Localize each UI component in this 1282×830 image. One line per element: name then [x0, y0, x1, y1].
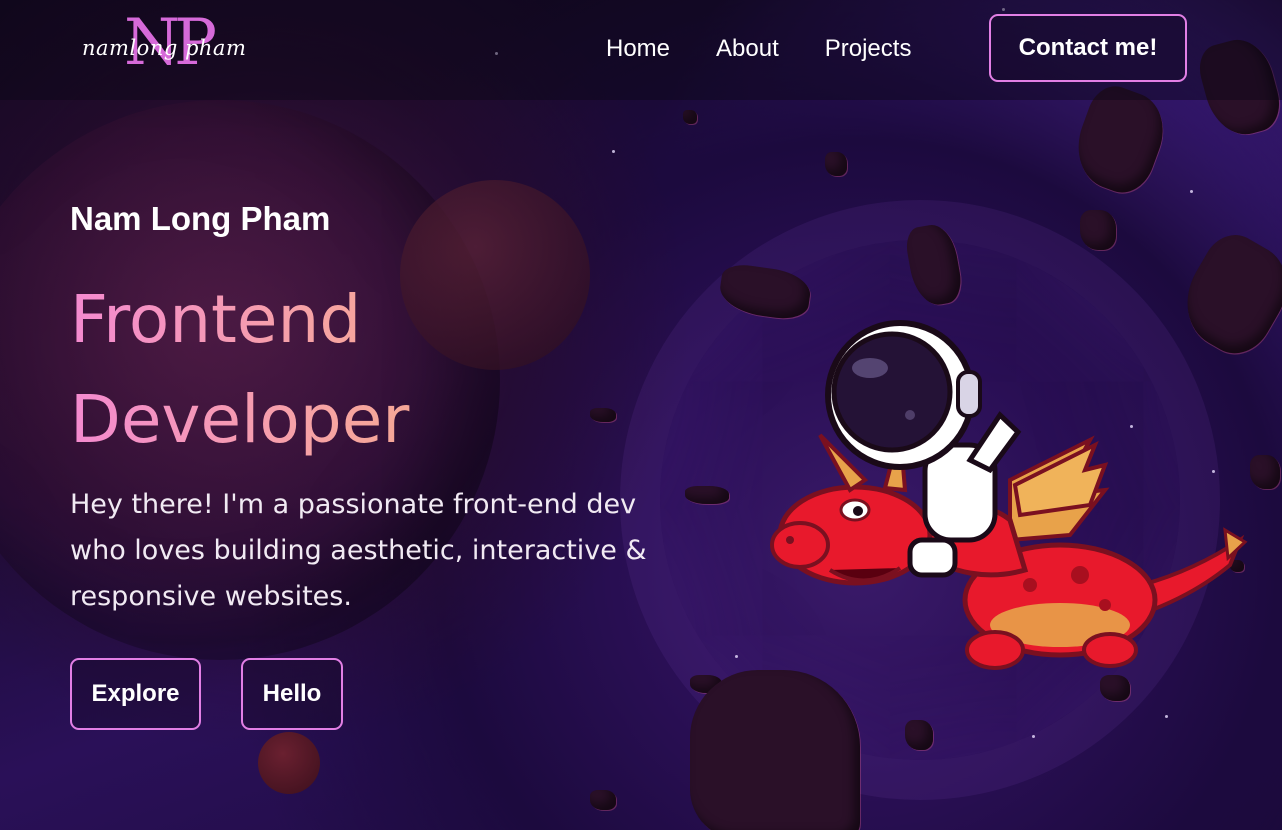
site-logo[interactable]: NP namlong pham — [80, 8, 270, 80]
navbar: NP namlong pham Home About Projects Cont… — [0, 0, 1282, 100]
asteroid — [690, 675, 722, 693]
logo-signature: namlong pham — [82, 36, 247, 60]
astronaut-riding-dragon-icon — [770, 320, 1248, 670]
hero-title-line-2: Developer — [70, 381, 410, 458]
explore-button[interactable]: Explore — [70, 658, 201, 730]
asteroid — [590, 790, 616, 810]
hero-name: Nam Long Pham — [70, 200, 331, 237]
asteroid — [717, 261, 813, 323]
star — [1165, 715, 1168, 718]
star — [735, 655, 738, 658]
hello-button[interactable]: Hello — [241, 658, 343, 730]
nav-link-projects[interactable]: Projects — [825, 32, 912, 66]
asteroid — [1080, 210, 1116, 250]
asteroid — [685, 486, 729, 504]
asteroid — [825, 152, 847, 176]
star — [612, 150, 615, 153]
star — [1190, 190, 1193, 193]
asteroid — [905, 720, 933, 750]
nav-link-about[interactable]: About — [716, 32, 779, 66]
contact-me-button[interactable]: Contact me! — [989, 14, 1187, 82]
nav-link-home[interactable]: Home — [606, 32, 670, 66]
asteroid — [683, 110, 697, 124]
asteroid — [903, 221, 965, 309]
hero-title-line-1: Frontend — [70, 281, 362, 358]
hero-description: Hey there! I'm a passionate front-end de… — [70, 489, 647, 612]
nav-links: Home About Projects — [606, 32, 911, 66]
star — [1032, 735, 1035, 738]
asteroid — [590, 408, 616, 422]
hero-title: Frontend Developer — [70, 270, 490, 470]
small-planet — [258, 732, 320, 794]
